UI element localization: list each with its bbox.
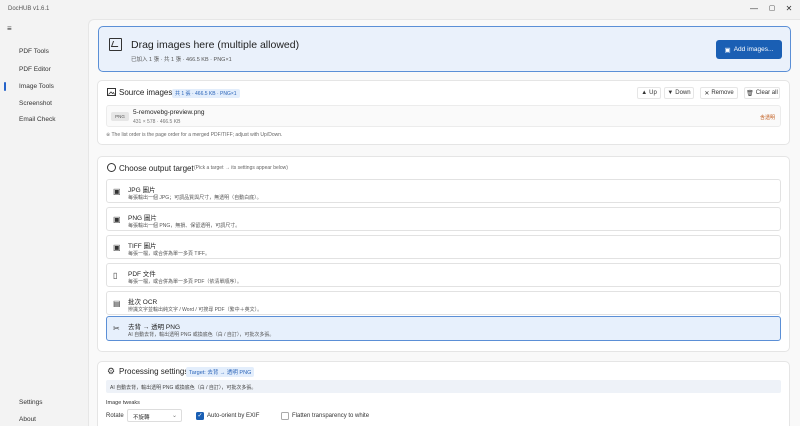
title-bar: DocHUB v1.6.1 — ▢ ✕ (0, 0, 800, 20)
move-up-button[interactable]: ▲ Up (637, 87, 661, 99)
image-drop-zone[interactable]: Drag images here (multiple allowed) 已加入 … (98, 26, 791, 72)
sidebar-item-screenshot[interactable]: Screenshot (19, 100, 52, 107)
arrow-up-icon: ▲ (641, 90, 648, 96)
trash-icon: 🗑 (746, 90, 754, 97)
image-icon: ▣ (113, 243, 121, 252)
target-name: JPG 圖片 (128, 187, 156, 194)
target-description: 每張輸出一個 JPG；可調品質與尺寸，無透明（自動白底）。 (128, 195, 262, 201)
sidebar-item-pdf-tools[interactable]: PDF Tools (19, 48, 49, 55)
target-description: 每張輸出一個 PNG，無損、保留透明，可調尺寸。 (128, 223, 241, 229)
processing-target-tag: Target: 去背 → 透明 PNG (186, 367, 255, 377)
add-images-label: Add images... (733, 46, 774, 53)
scissors-icon: ✂ (113, 324, 120, 333)
target-remove-background[interactable]: ✂ 去背 → 透明 PNG AI 自動去背，輸出透明 PNG 或換底色（白 / … (106, 316, 781, 341)
target-png[interactable]: ▣ PNG 圖片 每張輸出一個 PNG，無損、保留透明，可調尺寸。 (106, 207, 781, 231)
image-icon: ▣ (113, 215, 121, 224)
target-description: 辨識文字並輸出純文字 / Word / 可搜尋 PDF（繁中＋英文）。 (128, 307, 263, 313)
target-name: 去背 → 透明 PNG (128, 324, 181, 331)
arrow-down-icon: ▼ (667, 90, 674, 96)
menu-icon[interactable]: ≡ (7, 24, 12, 33)
auto-orient-checkbox[interactable]: ✓ (196, 412, 204, 420)
output-target-hint: (Pick a target → its settings appear bel… (194, 165, 288, 171)
target-name: PDF 文件 (128, 271, 156, 278)
document-icon: ▯ (113, 271, 118, 280)
rotate-label: Rotate (106, 413, 124, 419)
drop-zone-title: Drag images here (multiple allowed) (131, 39, 300, 51)
file-meta: 431 × 578 · 466.5 KB (133, 119, 181, 125)
sidebar-item-pdf-editor[interactable]: PDF Editor (19, 66, 51, 73)
remove-label: Remove (711, 90, 734, 96)
target-description: 每張一檔，或合併為單一多頁 TIFF。 (128, 251, 210, 257)
target-name: PNG 圖片 (128, 215, 157, 222)
transparency-status: 含透明 (759, 115, 775, 121)
rotate-value: 不旋轉 (133, 415, 150, 421)
clear-all-label: Clear all (755, 90, 778, 96)
target-tiff[interactable]: ▣ TIFF 圖片 每張一檔，或合併為單一多頁 TIFF。 (106, 235, 781, 259)
close-icon[interactable]: ✕ (782, 3, 796, 15)
clear-all-button[interactable]: 🗑 Clear all (744, 87, 780, 99)
file-list-item[interactable]: PNG 5-removebg-preview.png 431 × 578 · 4… (106, 105, 781, 127)
move-down-label: Down (675, 90, 691, 96)
image-icon: ▣ (113, 187, 121, 196)
processing-settings-title: Processing settings (119, 367, 189, 376)
app-title: DocHUB v1.6.1 (8, 6, 50, 12)
image-tweaks-heading: Image tweaks (106, 400, 140, 406)
add-image-icon: ▣ (724, 46, 731, 54)
target-ocr[interactable]: ▤ 批次 OCR 辨識文字並輸出純文字 / Word / 可搜尋 PDF（繁中＋… (106, 291, 781, 315)
sidebar-item-image-tools[interactable]: Image Tools (19, 83, 54, 90)
image-icon (109, 38, 122, 51)
processing-description-text: AI 自動去背，輸出透明 PNG 或換底色（白 / 自訂），可批次多張。 (110, 385, 257, 391)
active-indicator (4, 82, 6, 91)
order-note: ※ The list order is the page order for a… (106, 132, 283, 138)
output-target-title: Choose output target (119, 164, 194, 173)
drop-zone-summary: 已加入 1 張 · 共 1 張 · 466.5 KB · PNG×1 (131, 57, 232, 63)
move-up-label: Up (649, 90, 657, 96)
processing-description: AI 自動去背，輸出透明 PNG 或換底色（白 / 自訂），可批次多張。 (106, 380, 781, 393)
chevron-down-icon: ⌄ (171, 413, 177, 419)
add-images-button[interactable]: ▣ Add images... (716, 40, 782, 59)
target-pdf[interactable]: ▯ PDF 文件 每張一檔，或合併為單一多頁 PDF（依清單順序）。 (106, 263, 781, 287)
remove-button[interactable]: ✕ Remove (700, 87, 738, 99)
move-down-button[interactable]: ▼ Down (664, 87, 694, 99)
file-name: 5-removebg-preview.png (133, 109, 205, 116)
flatten-transparency-checkbox[interactable] (281, 412, 289, 420)
minimize-icon[interactable]: — (747, 3, 761, 15)
target-name: 批次 OCR (128, 299, 158, 306)
ocr-icon: ▤ (113, 299, 121, 308)
sidebar-item-settings[interactable]: Settings (19, 399, 43, 406)
auto-orient-label: Auto-orient by EXIF (207, 413, 260, 419)
flatten-transparency-label: Flatten transparency to white (292, 413, 370, 419)
picture-icon (107, 88, 116, 96)
source-summary-tag: 共 1 張 · 466.5 KB · PNG×1 (172, 89, 240, 98)
target-icon (107, 163, 116, 172)
source-images-title: Source images (119, 88, 173, 97)
maximize-icon[interactable]: ▢ (765, 3, 779, 15)
target-jpg[interactable]: ▣ JPG 圖片 每張輸出一個 JPG；可調品質與尺寸，無透明（自動白底）。 (106, 179, 781, 203)
target-name: TIFF 圖片 (128, 243, 157, 250)
target-description: AI 自動去背，輸出透明 PNG 或換底色（白 / 自訂），可批次多張。 (128, 332, 275, 338)
file-type-badge: PNG (111, 112, 129, 121)
rotate-select[interactable]: 不旋轉 ⌄ (127, 409, 182, 422)
sidebar-item-email-check[interactable]: Email Check (19, 116, 55, 123)
gear-icon: ⚙ (107, 366, 116, 376)
target-description: 每張一檔，或合併為單一多頁 PDF（依清單順序）。 (128, 279, 242, 285)
x-icon: ✕ (704, 90, 710, 97)
sidebar-item-about[interactable]: About (19, 416, 36, 423)
